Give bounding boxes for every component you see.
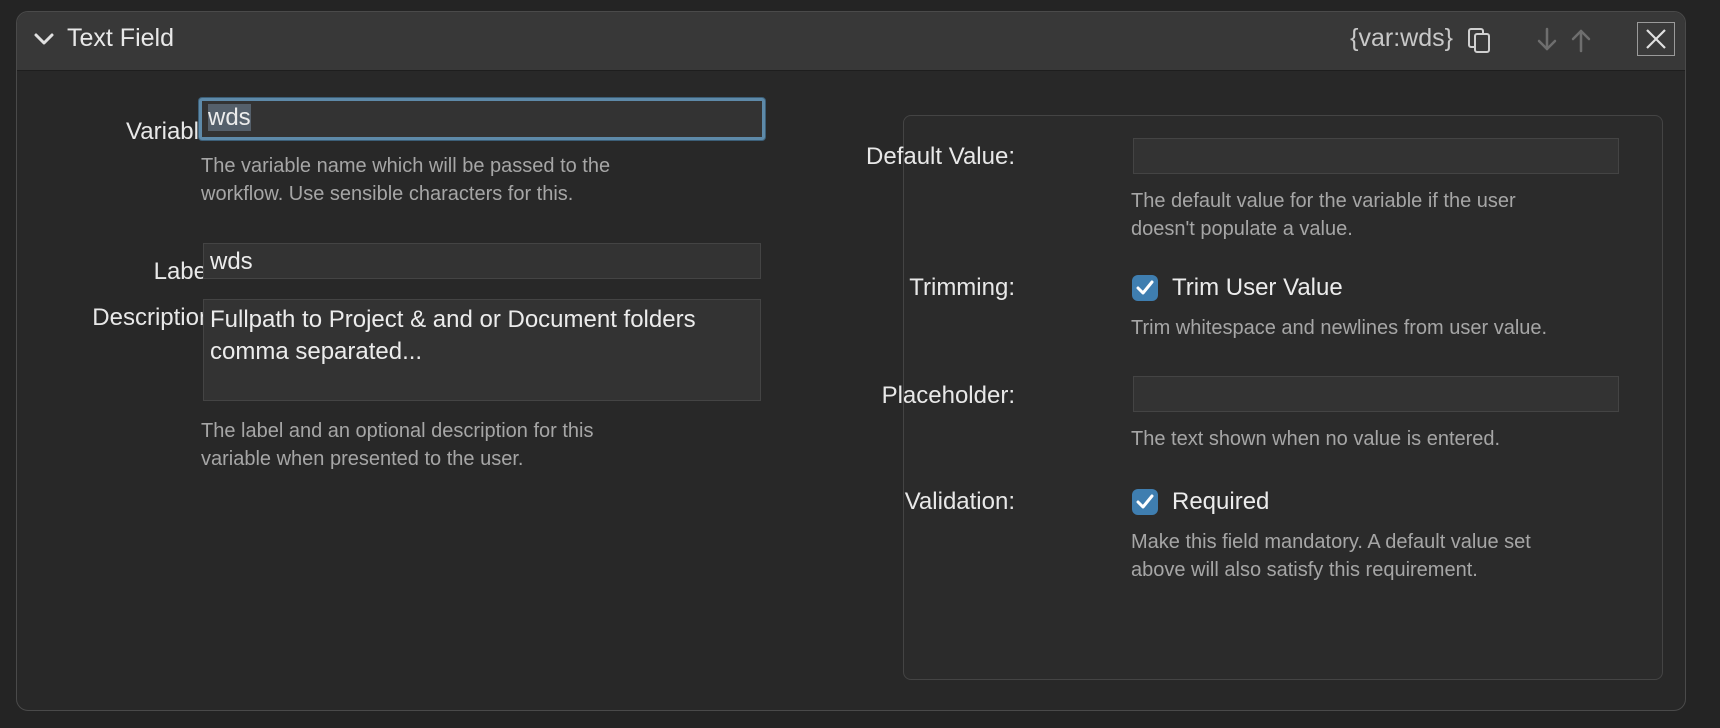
label-help-line: variable when presented to the user. — [201, 448, 524, 470]
chevron-down-icon[interactable] — [31, 26, 57, 52]
default-help-line: doesn't populate a value. — [1131, 218, 1353, 240]
panel-title: Text Field — [67, 24, 174, 52]
default-value-input[interactable] — [1133, 138, 1619, 174]
trimming-label: Trimming: — [909, 274, 1015, 301]
variable-token: {var:wds} — [1350, 24, 1453, 52]
trim-checkbox-label[interactable]: Trim User Value — [1172, 274, 1343, 302]
close-icon — [1646, 29, 1666, 49]
default-value-help: The default value for the variable if th… — [1131, 187, 1516, 243]
description-label: Description: — [92, 304, 219, 331]
arrow-down-icon[interactable] — [1533, 26, 1561, 54]
variable-help-line: The variable name which will be passed t… — [201, 155, 611, 177]
checkmark-icon — [1136, 280, 1154, 295]
variable-help: The variable name which will be passed t… — [201, 152, 610, 208]
variable-value: wds — [208, 104, 251, 131]
variable-input[interactable]: wds — [199, 98, 765, 140]
trimming-help: Trim whitespace and newlines from user v… — [1131, 317, 1548, 339]
validation-help-line: above will also satisfy this requirement… — [1131, 559, 1478, 581]
panel-header: Text Field {var:wds} — [17, 12, 1685, 71]
default-value-label: Default Value: — [866, 143, 1015, 170]
variable-help-line: workflow. Use sensible characters for th… — [201, 183, 574, 205]
placeholder-help: The text shown when no value is entered. — [1131, 428, 1501, 450]
default-help-line: The default value for the variable if th… — [1131, 190, 1516, 212]
validation-help-line: Make this field mandatory. A default val… — [1131, 531, 1531, 553]
validation-label: Validation: — [904, 488, 1015, 515]
arrow-up-icon[interactable] — [1567, 26, 1595, 54]
description-line: comma separated... — [210, 338, 423, 365]
placeholder-input[interactable] — [1133, 376, 1619, 412]
label-input[interactable]: wds — [203, 243, 761, 279]
close-button[interactable] — [1637, 22, 1675, 56]
checkmark-icon — [1136, 494, 1154, 509]
description-line: Fullpath to Project & and or Document fo… — [210, 306, 696, 333]
label-help-line: The label and an optional description fo… — [201, 420, 594, 442]
text-field-panel: Text Field {var:wds} Variable: wds The v… — [16, 11, 1686, 711]
label-help: The label and an optional description fo… — [201, 417, 593, 473]
validation-help: Make this field mandatory. A default val… — [1131, 528, 1531, 584]
copy-icon[interactable] — [1465, 26, 1493, 54]
required-checkbox-label[interactable]: Required — [1172, 488, 1269, 516]
placeholder-label: Placeholder: — [881, 382, 1015, 409]
description-textarea[interactable]: Fullpath to Project & and or Document fo… — [203, 299, 761, 401]
label-value: wds — [210, 248, 253, 275]
required-checkbox[interactable] — [1132, 489, 1158, 515]
trim-checkbox[interactable] — [1132, 275, 1158, 301]
